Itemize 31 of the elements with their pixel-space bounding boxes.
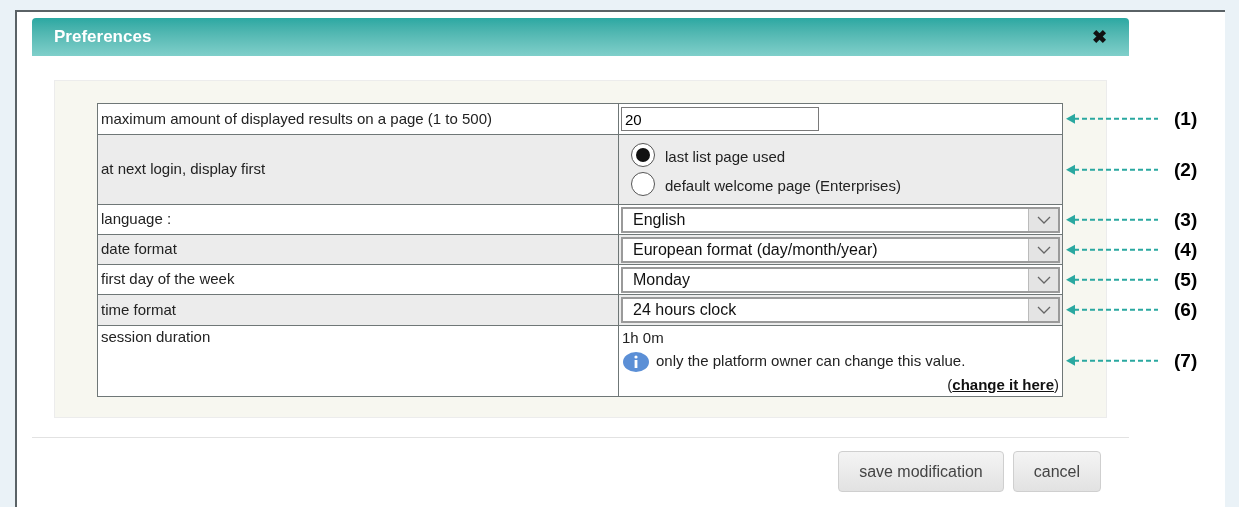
callout-number: (4) [1174, 237, 1198, 262]
dialog-title: Preferences [54, 26, 152, 49]
radio-label: default welcome page (Enterprises) [665, 176, 901, 196]
callout-number: (7) [1174, 348, 1198, 373]
chevron-down-icon [1028, 268, 1058, 291]
cancel-button[interactable]: cancel [1012, 451, 1101, 492]
info-note: only the platform owner can change this value. [656, 351, 966, 372]
dropdown-select[interactable]: 24 hours clock [621, 297, 1060, 323]
setting-label: session duration [98, 326, 619, 396]
chevron-down-icon [1028, 208, 1058, 231]
callout-number: (3) [1174, 207, 1198, 232]
callout-number: (6) [1174, 297, 1198, 322]
chevron-down-icon [1028, 299, 1058, 321]
radio-label: last list page used [665, 146, 786, 167]
results-input[interactable]: 20 [621, 107, 819, 131]
info-icon [622, 349, 650, 374]
change-it-here-link[interactable]: change it here [952, 373, 1054, 396]
callout-number: (5) [1174, 267, 1198, 292]
link-bracket: ( [947, 374, 953, 395]
session-value: 1h 0m [622, 328, 665, 348]
link-bracket: ) [1054, 374, 1059, 395]
callout-number: (1) [1174, 106, 1198, 131]
save-button[interactable]: save modification [838, 451, 1004, 492]
close-button[interactable]: ✖ [1092, 23, 1107, 51]
radio-button[interactable] [631, 172, 655, 197]
chevron-down-icon [1028, 238, 1058, 261]
callout-number: (2) [1174, 157, 1198, 182]
radio-button[interactable] [631, 142, 655, 167]
dropdown-select[interactable]: European format (day/month/year) [621, 236, 1060, 263]
dropdown-select[interactable]: Monday [621, 266, 1060, 293]
dropdown-select[interactable]: English [621, 206, 1060, 233]
